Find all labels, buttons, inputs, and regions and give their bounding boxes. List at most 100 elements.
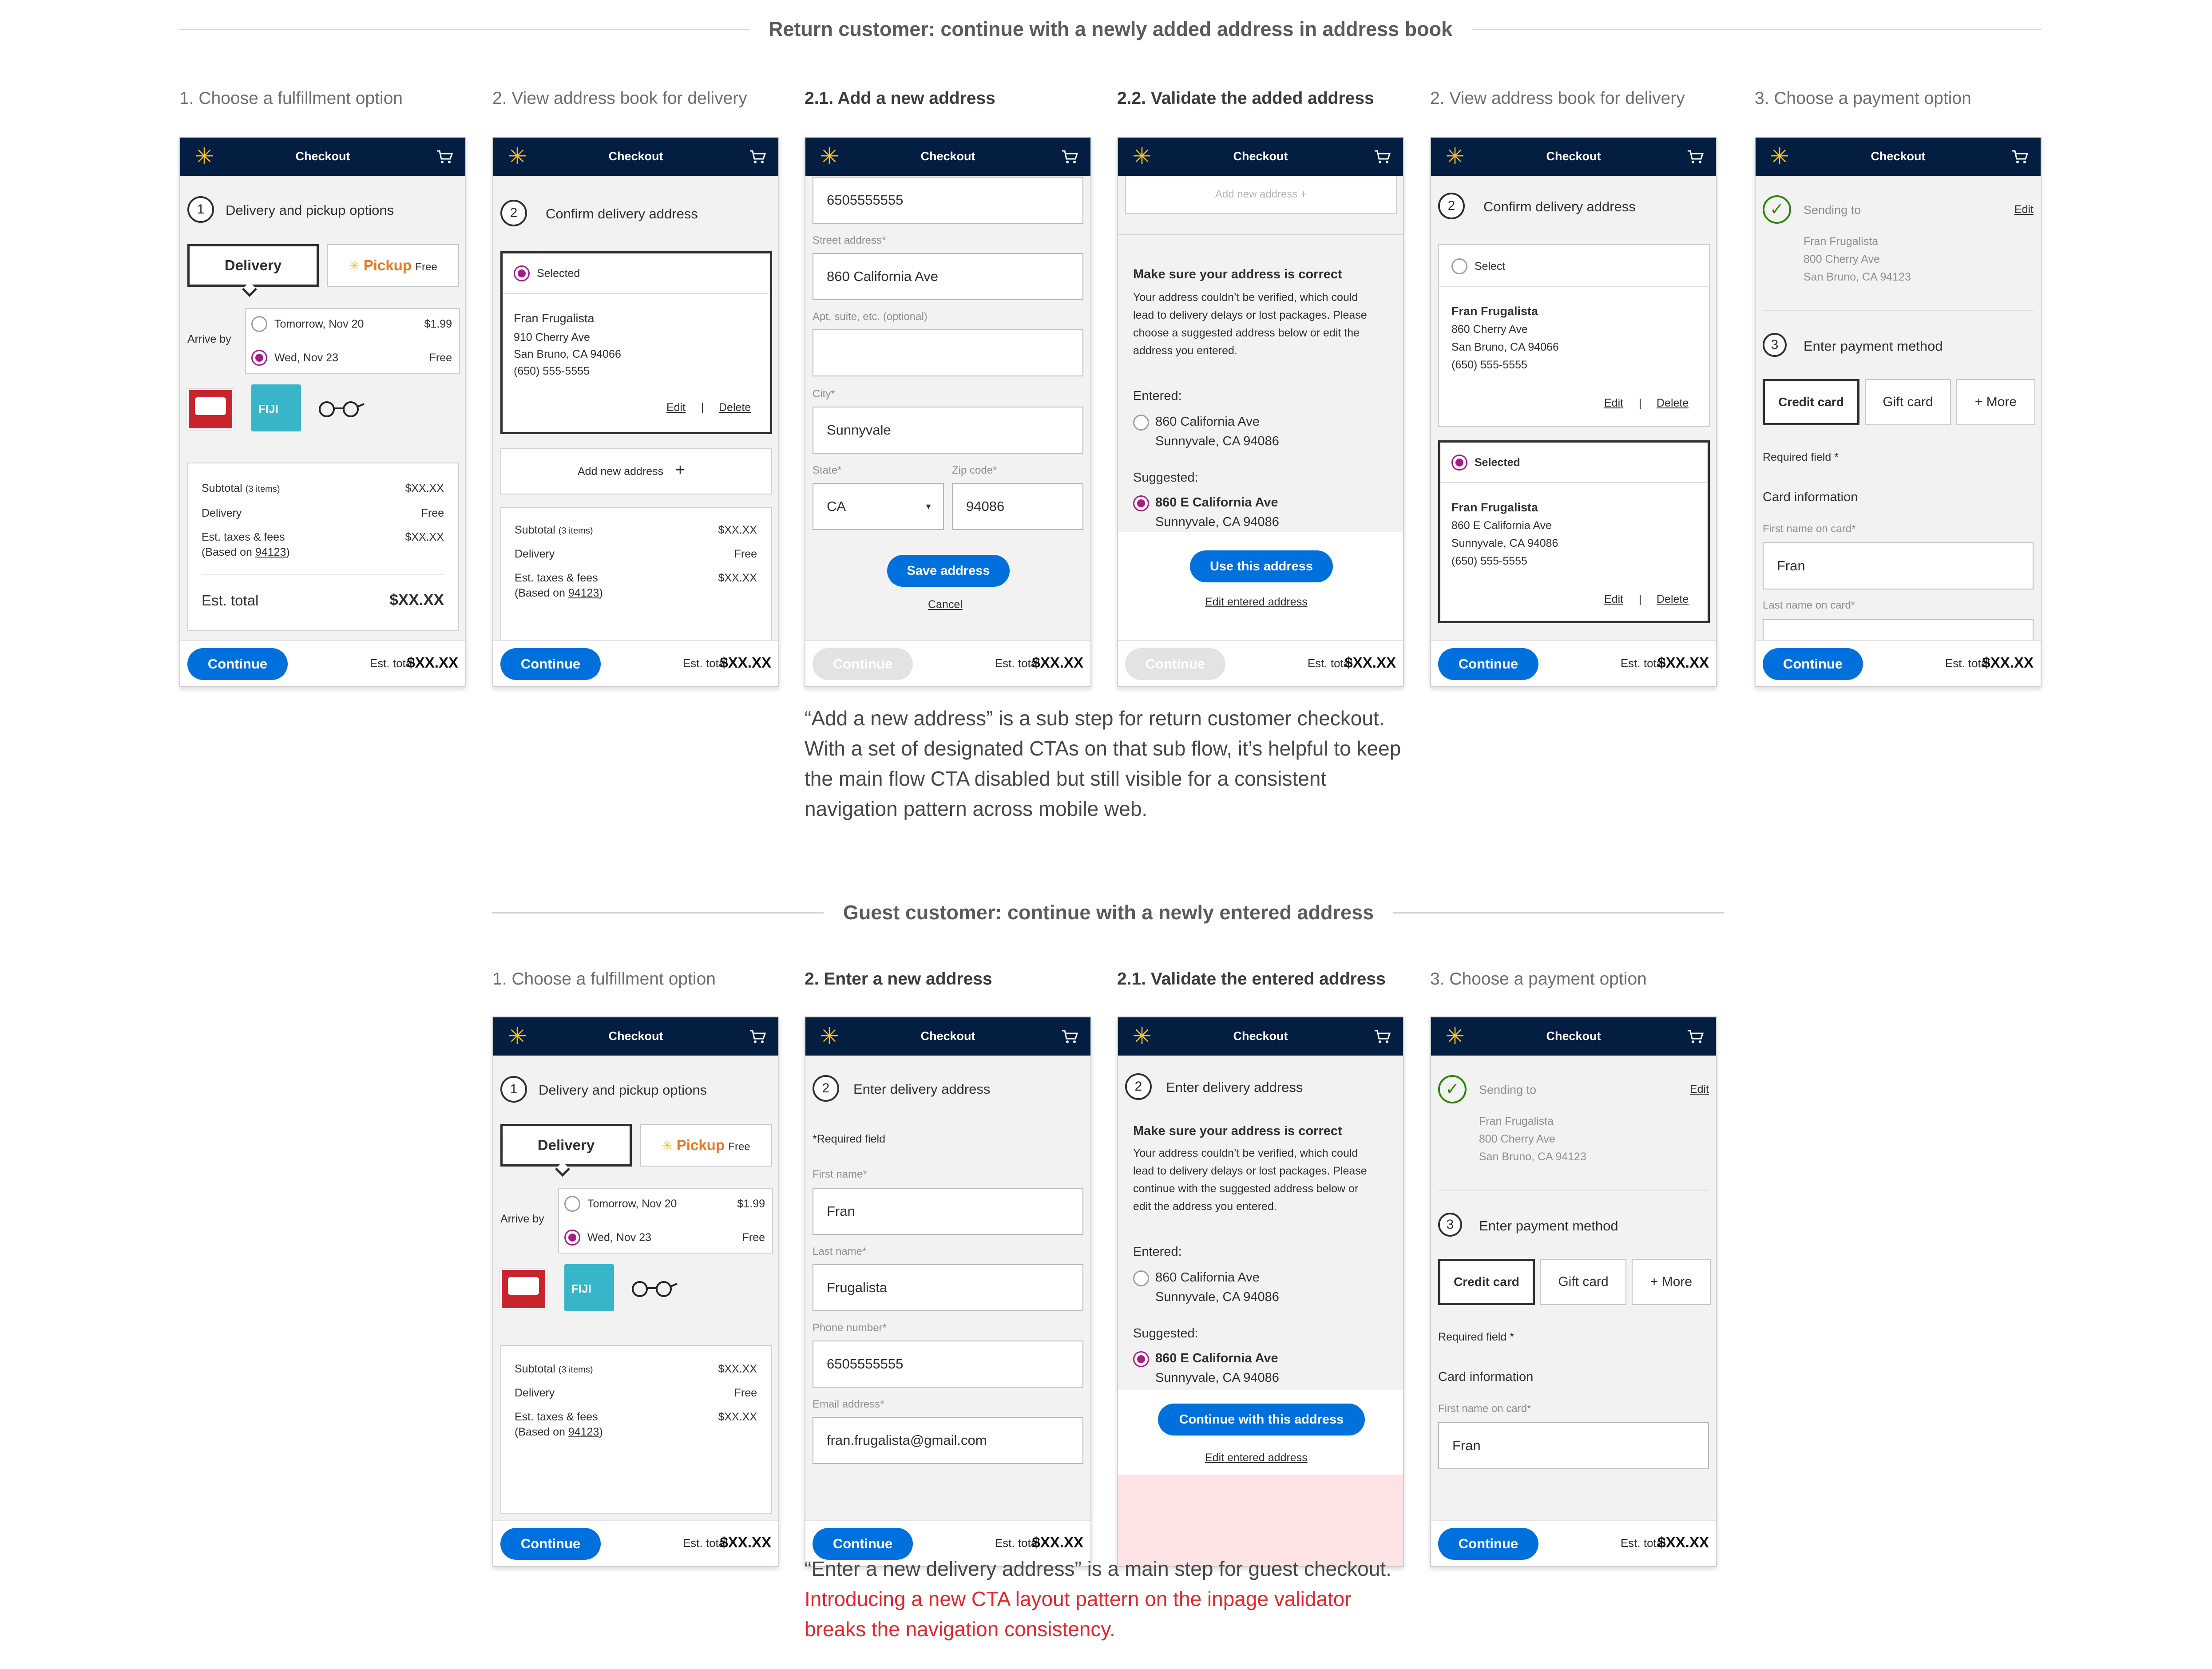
pickup-option-button[interactable]: ✳ Pickup Free xyxy=(327,244,459,287)
continue-button[interactable]: Continue xyxy=(187,648,288,680)
email-input[interactable]: fran.frugalista@gmail.com xyxy=(813,1417,1083,1464)
edit-entered-address-link[interactable]: Edit entered address xyxy=(1205,596,1308,609)
arrival-option-price: Free xyxy=(742,1231,765,1244)
edit-link[interactable]: Edit xyxy=(1604,593,1623,606)
zip-input[interactable]: 94086 xyxy=(952,483,1083,530)
credit-card-button[interactable]: Credit card xyxy=(1763,379,1859,425)
link-divider: | xyxy=(701,401,704,414)
delete-link[interactable]: Delete xyxy=(1657,397,1689,410)
cart-icon[interactable] xyxy=(1687,149,1705,164)
zip-label: Zip code* xyxy=(952,464,997,476)
pickup-option-button[interactable]: ✳ Pickup Free xyxy=(640,1124,772,1167)
select-label: Select xyxy=(1475,260,1506,273)
city-label: City* xyxy=(813,388,835,400)
delete-link[interactable]: Delete xyxy=(1657,593,1689,606)
more-payment-button[interactable]: + More xyxy=(1632,1259,1711,1305)
save-address-button[interactable]: Save address xyxy=(887,555,1010,587)
edit-entered-address-link[interactable]: Edit entered address xyxy=(1205,1451,1308,1464)
continue-with-this-address-button[interactable]: Continue with this address xyxy=(1158,1404,1365,1436)
sending-to-label: Sending to xyxy=(1804,203,1861,217)
entered-line1: 860 California Ave xyxy=(1155,415,1260,429)
first-name-input[interactable]: Fran xyxy=(1438,1422,1709,1469)
radio-select[interactable] xyxy=(1451,258,1467,274)
gift-card-button[interactable]: Gift card xyxy=(1540,1259,1626,1305)
arrive-by-label: Arrive by xyxy=(187,333,231,345)
phone-input[interactable]: 6505555555 xyxy=(813,177,1083,224)
state-select[interactable]: CA ▼ xyxy=(813,483,944,530)
delivery-fee-value: Free xyxy=(421,507,444,519)
radio-tomorrow[interactable] xyxy=(251,316,267,332)
add-new-address-button-dimmed[interactable]: Add new address + xyxy=(1125,176,1397,214)
city-input[interactable]: Sunnyvale xyxy=(813,407,1083,454)
continue-button-disabled[interactable]: Continue xyxy=(1125,648,1225,680)
validate-body-line: lead to delivery delays or lost packages… xyxy=(1133,309,1367,321)
radio-selected[interactable] xyxy=(514,265,530,281)
zip-link[interactable]: 94123 xyxy=(255,546,286,558)
first-name-input[interactable]: Fran xyxy=(1763,542,2034,589)
street-input[interactable]: 860 California Ave xyxy=(813,253,1083,300)
apt-input[interactable] xyxy=(813,329,1083,376)
continue-button-disabled[interactable]: Continue xyxy=(813,648,913,680)
first-name-input[interactable]: Fran xyxy=(813,1188,1083,1235)
delivery-fee-value: Free xyxy=(734,1387,757,1399)
zip-link[interactable]: 94123 xyxy=(568,1426,599,1438)
suggested-label: Suggested: xyxy=(1133,1326,1198,1341)
validate-body-line: continue with the suggested address belo… xyxy=(1133,1183,1359,1195)
cancel-link[interactable]: Cancel xyxy=(928,598,963,611)
required-field-note: Required field * xyxy=(1438,1331,1514,1343)
cart-icon[interactable] xyxy=(1374,149,1391,164)
header-title: Checkout xyxy=(608,1029,663,1043)
email-label: Email address* xyxy=(813,1398,884,1410)
last-name-label: Last name* xyxy=(813,1246,867,1258)
radio-suggested[interactable] xyxy=(1133,1351,1149,1367)
section2-note: “Enter a new delivery address” is a main… xyxy=(805,1554,1417,1644)
last-name-input[interactable]: Frugalista xyxy=(813,1264,1083,1311)
cart-icon[interactable] xyxy=(1374,1029,1391,1044)
cart-icon[interactable] xyxy=(1061,1029,1079,1044)
radio-tomorrow[interactable] xyxy=(564,1196,580,1212)
cart-icon[interactable] xyxy=(1061,149,1079,164)
continue-button[interactable]: Continue xyxy=(500,1528,601,1560)
step-caption: 1. Choose a fulfillment option xyxy=(179,89,403,108)
validate-body-line: edit the address you entered. xyxy=(1133,1200,1277,1213)
sticky-footer: Continue Est. total $XX.XX xyxy=(493,640,778,686)
more-payment-button[interactable]: + More xyxy=(1956,379,2035,425)
use-this-address-button[interactable]: Use this address xyxy=(1190,550,1333,582)
cart-icon[interactable] xyxy=(1687,1029,1705,1044)
edit-link[interactable]: Edit xyxy=(2014,203,2034,216)
first-name-label: First name* xyxy=(813,1168,867,1180)
address-phone: (650) 555-5555 xyxy=(1451,555,1527,567)
checkout-header: ✳ Checkout xyxy=(1756,138,2041,176)
continue-button[interactable]: Continue xyxy=(500,648,601,680)
subtotal-value: $XX.XX xyxy=(718,524,757,536)
phone-label: Phone number* xyxy=(813,1322,887,1334)
radio-entered[interactable] xyxy=(1133,415,1149,431)
step-caption: 3. Choose a payment option xyxy=(1430,969,1647,989)
cart-icon[interactable] xyxy=(436,149,454,164)
radio-suggested[interactable] xyxy=(1133,495,1149,511)
continue-button[interactable]: Continue xyxy=(1438,1528,1538,1560)
zip-link[interactable]: 94123 xyxy=(568,587,599,599)
step-title: Enter delivery address xyxy=(1166,1080,1303,1095)
radio-entered[interactable] xyxy=(1133,1270,1149,1286)
radio-wed[interactable] xyxy=(564,1230,580,1246)
edit-link[interactable]: Edit xyxy=(1604,397,1623,410)
gift-card-button[interactable]: Gift card xyxy=(1865,379,1951,425)
edit-link[interactable]: Edit xyxy=(1690,1083,1709,1096)
delivery-option-button[interactable]: Delivery xyxy=(187,244,319,287)
continue-button[interactable]: Continue xyxy=(1438,648,1538,680)
credit-card-button[interactable]: Credit card xyxy=(1438,1259,1535,1305)
phone-input[interactable]: 6505555555 xyxy=(813,1341,1083,1388)
cart-icon[interactable] xyxy=(2011,149,2029,164)
radio-wed[interactable] xyxy=(251,350,267,366)
radio-selected[interactable] xyxy=(1451,455,1467,471)
continue-button[interactable]: Continue xyxy=(1763,648,1863,680)
header-title: Checkout xyxy=(1233,1029,1288,1043)
edit-link[interactable]: Edit xyxy=(666,401,686,414)
delete-link[interactable]: Delete xyxy=(719,401,751,414)
cart-icon[interactable] xyxy=(749,149,767,164)
plus-icon: + xyxy=(675,461,686,479)
delivery-option-button[interactable]: Delivery xyxy=(500,1124,632,1167)
cart-icon[interactable] xyxy=(749,1029,767,1044)
last-name-label: Last name on card* xyxy=(1763,599,1855,611)
